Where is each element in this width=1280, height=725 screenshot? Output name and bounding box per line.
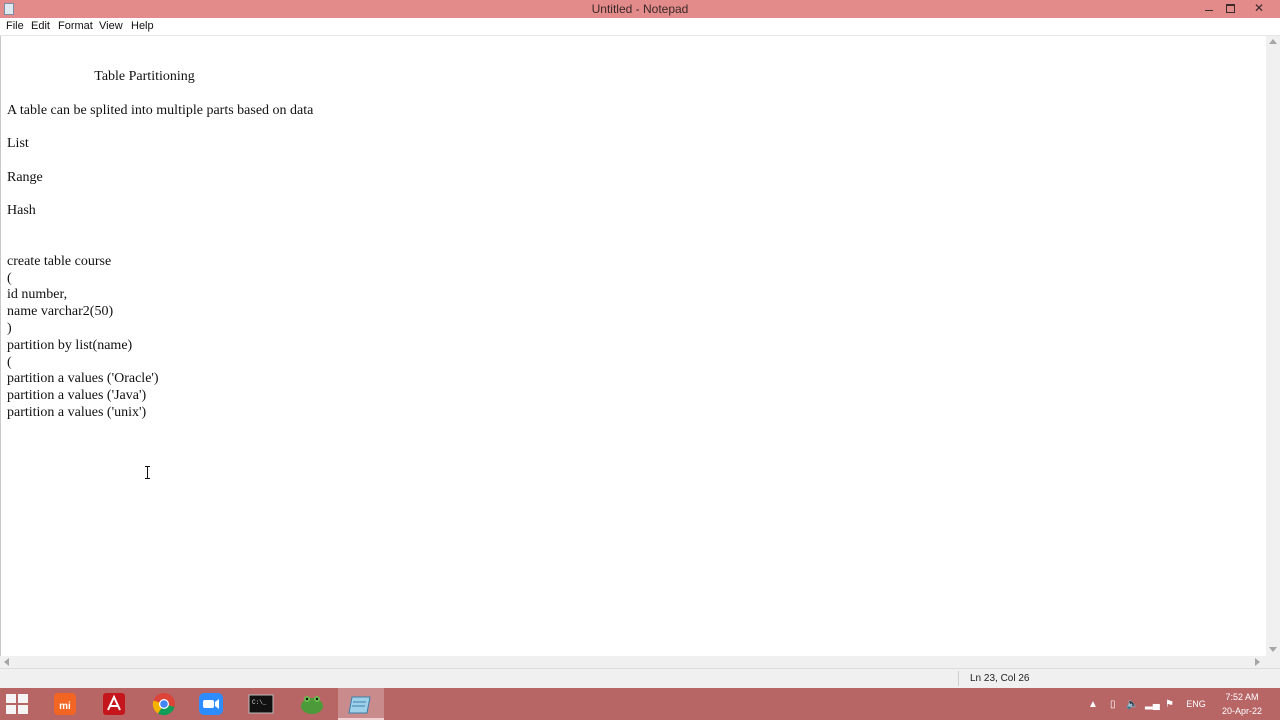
text-cursor-icon (145, 466, 150, 479)
taskbar-zoom[interactable] (188, 688, 234, 720)
vertical-scrollbar[interactable] (1266, 36, 1280, 656)
toad-icon (301, 696, 323, 714)
clock-date[interactable]: 20-Apr-22 (1214, 706, 1270, 716)
windows-start-icon[interactable] (6, 694, 28, 714)
close-icon: ✕ (1253, 1, 1265, 15)
chrome-icon (152, 693, 175, 716)
show-hidden-icons-icon[interactable]: ▲ (1088, 699, 1098, 710)
zoom-icon (199, 693, 223, 715)
restore-icon (1225, 4, 1235, 14)
battery-icon[interactable]: ▯ (1110, 699, 1116, 710)
status-divider (958, 671, 959, 686)
adobe-reader-icon (103, 693, 125, 715)
taskbar-command-prompt[interactable]: C:\_ (238, 688, 284, 720)
taskbar: mi C:\_ ▲ ▯ 🔈 ▂▄ ⚑ ENG 7:52 AM 20-Apr-22 (0, 688, 1280, 720)
cursor-position: Ln 23, Col 26 (970, 673, 1030, 684)
taskbar-chrome[interactable] (141, 688, 187, 720)
notepad-icon (348, 696, 371, 714)
menu-help[interactable]: Help (131, 20, 154, 32)
flag-icon[interactable]: ⚑ (1165, 699, 1174, 710)
restore-button[interactable] (1219, 0, 1241, 18)
network-icon[interactable]: ▂▄ (1145, 699, 1160, 710)
taskbar-toad[interactable] (289, 688, 335, 720)
clock-time[interactable]: 7:52 AM (1214, 692, 1270, 702)
text-editor[interactable]: Table Partitioning A table can be splite… (0, 36, 1267, 656)
language-indicator[interactable]: ENG (1182, 699, 1210, 709)
menu-format[interactable]: Format (58, 20, 93, 32)
command-prompt-icon: C:\_ (248, 694, 274, 714)
taskbar-mi[interactable]: mi (42, 688, 88, 720)
menu-bar: File Edit Format View Help (0, 18, 1280, 36)
minimize-button[interactable] (1198, 0, 1220, 18)
menu-edit[interactable]: Edit (31, 20, 50, 32)
document-text[interactable]: Table Partitioning A table can be splite… (7, 69, 313, 422)
scroll-up-icon[interactable] (1269, 39, 1277, 44)
menu-file[interactable]: File (6, 20, 24, 32)
minimize-icon (1205, 9, 1213, 11)
scroll-right-icon[interactable] (1255, 658, 1260, 666)
mi-icon: mi (54, 693, 76, 715)
taskbar-adobe-reader[interactable] (91, 688, 137, 720)
horizontal-scrollbar[interactable] (0, 656, 1266, 668)
scrollbar-corner (1266, 656, 1280, 668)
svg-text:mi: mi (59, 701, 71, 712)
scroll-down-icon[interactable] (1269, 647, 1277, 652)
status-bar: Ln 23, Col 26 (0, 668, 1280, 688)
scroll-left-icon[interactable] (4, 658, 9, 666)
volume-icon[interactable]: 🔈 (1126, 699, 1138, 710)
menu-view[interactable]: View (99, 20, 123, 32)
title-bar[interactable]: Untitled - Notepad ✕ (0, 0, 1280, 18)
svg-text:C:\_: C:\_ (252, 699, 267, 706)
taskbar-notepad[interactable] (338, 688, 384, 720)
close-button[interactable]: ✕ (1248, 0, 1270, 18)
window-title: Untitled - Notepad (591, 2, 689, 16)
